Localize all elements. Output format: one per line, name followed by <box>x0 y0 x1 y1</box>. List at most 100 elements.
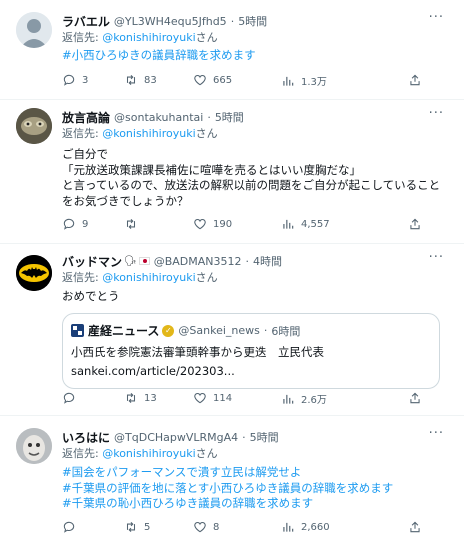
user-handle[interactable]: @BADMAN3512 <box>154 255 242 268</box>
timestamp[interactable]: 5時間 <box>238 13 267 29</box>
reply-mention[interactable]: @konishihiroyuki <box>102 447 195 460</box>
quote-timestamp: 6時間 <box>271 324 301 338</box>
reply-mention[interactable]: @konishihiroyuki <box>102 127 195 140</box>
views-icon <box>283 219 294 229</box>
reply-icon <box>63 74 75 86</box>
retweet-count: 5 <box>144 521 151 533</box>
tweet-1[interactable]: ラバエル @YL3WH4equ5Jfhd5 · 5時間 返信先: @konish… <box>0 0 464 100</box>
display-name[interactable]: 放言高論 <box>62 109 110 126</box>
display-name[interactable]: いろはに <box>62 429 110 446</box>
japan-flag-icon <box>138 257 150 265</box>
reply-mention[interactable]: @konishihiroyuki <box>102 31 195 44</box>
quote-source-handle: @Sankei_news <box>178 324 260 337</box>
more-icon[interactable]: ··· <box>429 106 444 121</box>
display-name[interactable]: バッドマン <box>62 253 122 270</box>
share-icon <box>410 74 420 86</box>
speaking-head-icon: 🗣 <box>124 255 137 267</box>
like-count: 114 <box>213 392 233 404</box>
tweet-4[interactable]: いろはに @TqDCHapwVLRMgA4 · 5時間 返信先: @konish… <box>0 416 464 542</box>
views-button[interactable]: 2.6万 <box>281 391 327 406</box>
reply-button[interactable] <box>62 391 82 405</box>
tweet-3[interactable]: バッドマン 🗣 @BADMAN3512 · 4時間 返信先: @konishih… <box>0 244 464 416</box>
avatar[interactable] <box>16 255 52 291</box>
more-icon[interactable]: ··· <box>429 10 444 25</box>
reply-count: 3 <box>82 74 89 86</box>
separator-dot: · <box>263 324 268 337</box>
reply-to: 返信先: @konishihiroyukiさん <box>62 447 218 460</box>
retweet-icon <box>126 218 136 230</box>
retweet-button[interactable]: 13 <box>124 391 157 405</box>
timestamp[interactable]: 5時間 <box>215 109 244 125</box>
hashtag-line[interactable]: #千葉県の恥小西ひろゆき議員の辞職を求めます <box>62 496 456 512</box>
retweet-icon <box>126 392 136 404</box>
timestamp[interactable]: 5時間 <box>250 429 279 445</box>
share-button[interactable] <box>408 391 422 405</box>
hashtag-line[interactable]: #千葉県の評価を地に落とす小西ひろゆき議員の辞職を求めます <box>62 481 456 497</box>
reply-icon <box>63 521 75 533</box>
display-name[interactable]: ラバエル <box>62 13 110 30</box>
reply-icon <box>63 218 75 230</box>
retweet-count: 13 <box>144 392 157 404</box>
share-button[interactable] <box>408 73 422 87</box>
verified-icon: ✓ <box>162 324 175 337</box>
share-icon <box>410 392 420 404</box>
separator-dot: · <box>230 14 235 28</box>
share-icon <box>410 521 420 533</box>
reply-button[interactable]: 9 <box>62 217 88 231</box>
views-count: 1.3万 <box>301 77 327 88</box>
like-button[interactable]: 190 <box>193 217 232 231</box>
views-button[interactable]: 2,660 <box>281 520 330 534</box>
like-button[interactable]: 665 <box>193 73 232 87</box>
like-icon <box>194 75 206 86</box>
user-handle[interactable]: @TqDCHapwVLRMgA4 <box>114 431 238 444</box>
reply-count: 9 <box>82 218 89 230</box>
share-button[interactable] <box>408 217 422 231</box>
tweet-text-line[interactable]: #小西ひろゆきの議員辞職を求めます <box>62 48 456 64</box>
views-button[interactable]: 1.3万 <box>281 73 327 88</box>
more-icon[interactable]: ··· <box>429 426 444 441</box>
like-count: 8 <box>213 521 220 533</box>
timestamp[interactable]: 4時間 <box>253 253 282 269</box>
tweet-2[interactable]: 放言高論 @sontakuhantai · 5時間 返信先: @konishih… <box>0 100 464 244</box>
avatar[interactable] <box>16 108 52 144</box>
like-icon <box>194 393 206 404</box>
reply-to: 返信先: @konishihiroyukiさん <box>62 31 218 44</box>
share-button[interactable] <box>408 520 422 534</box>
reply-to: 返信先: @konishihiroyukiさん <box>62 127 218 140</box>
views-count: 2,660 <box>301 521 330 533</box>
hashtag-line[interactable]: #国会をパフォーマンスで潰す立民は解党せよ <box>62 465 456 481</box>
reply-mention[interactable]: @konishihiroyuki <box>102 271 195 284</box>
user-handle[interactable]: @YL3WH4equ5Jfhd5 <box>114 15 227 28</box>
retweet-button[interactable]: 5 <box>124 520 150 534</box>
tweet-text-line: 「元放送政策課課長補佐に喧嘩を売るとはいい度胸だな」 <box>62 162 361 177</box>
retweet-button[interactable] <box>124 217 144 231</box>
quoted-tweet[interactable]: 産経ニュース ✓ @Sankei_news · 6時間 小西氏を参院憲法審筆頭幹… <box>62 313 440 389</box>
views-count: 4,557 <box>301 218 330 230</box>
retweet-icon <box>126 521 136 533</box>
views-icon <box>283 394 294 404</box>
reply-button[interactable] <box>62 520 82 534</box>
retweet-button[interactable]: 83 <box>124 73 157 87</box>
like-icon <box>194 219 206 230</box>
retweet-icon <box>126 74 136 86</box>
views-button[interactable]: 4,557 <box>281 217 330 231</box>
like-button[interactable]: 114 <box>193 391 232 405</box>
reply-icon <box>63 392 75 404</box>
separator-dot: · <box>207 110 211 124</box>
avatar[interactable] <box>16 12 52 48</box>
views-icon <box>283 522 294 532</box>
like-count: 665 <box>213 74 233 86</box>
like-button[interactable]: 8 <box>193 520 219 534</box>
retweet-count: 83 <box>144 74 157 86</box>
like-icon <box>194 522 206 533</box>
quote-link[interactable]: sankei.com/article/202303... <box>71 364 235 380</box>
reply-button[interactable]: 3 <box>62 73 88 87</box>
views-count: 2.6万 <box>301 395 327 406</box>
views-icon <box>283 76 294 86</box>
source-logo-icon <box>71 324 84 337</box>
quote-source-name: 産経ニュース <box>88 324 160 338</box>
more-icon[interactable]: ··· <box>429 250 444 265</box>
user-handle[interactable]: @sontakuhantai <box>114 111 203 124</box>
tweet-text-line: おめでとう <box>62 289 120 303</box>
avatar[interactable] <box>16 428 52 464</box>
